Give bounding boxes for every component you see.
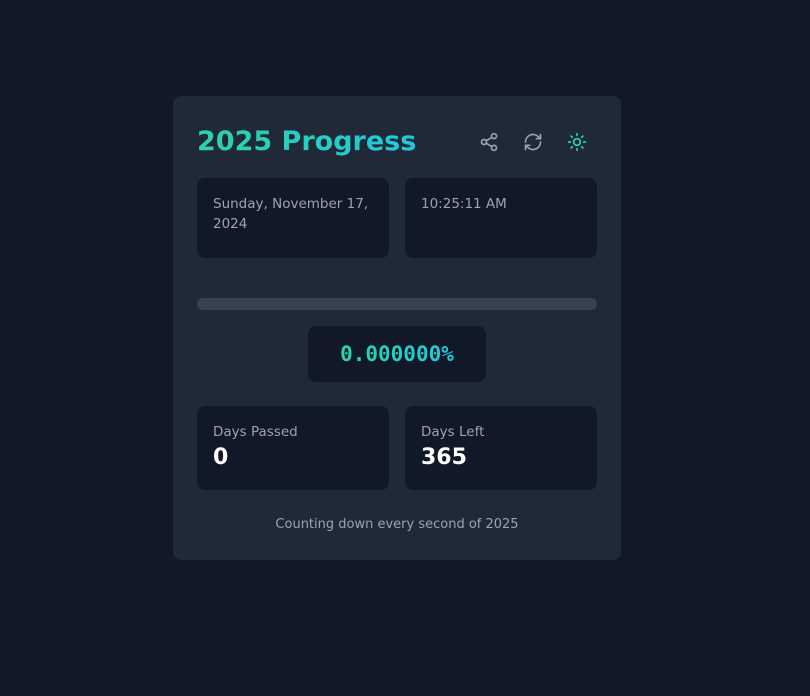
time-panel: 10:25:11 AM: [405, 178, 597, 258]
current-time: 10:25:11 AM: [421, 196, 507, 212]
days-passed-label: Days Passed: [213, 424, 298, 440]
share-button[interactable]: [473, 126, 505, 158]
current-date: Sunday, November 17, 2024: [213, 196, 369, 232]
days-left-value: 365: [421, 445, 467, 470]
percentage-panel: 0.000000%: [308, 326, 486, 382]
days-left-panel: Days Left 365: [405, 406, 597, 490]
days-passed-value: 0: [213, 445, 229, 470]
refresh-button[interactable]: [517, 126, 549, 158]
progress-bar: [197, 298, 597, 310]
page-title: 2025 Progress: [197, 122, 416, 162]
card-header: 2025 Progress: [197, 122, 597, 162]
days-left-label: Days Left: [421, 424, 485, 440]
date-time-row: Sunday, November 17, 2024 10:25:11 AM: [197, 178, 597, 258]
footer-text: Counting down every second of 2025: [275, 517, 519, 532]
days-passed-panel: Days Passed 0: [197, 406, 389, 490]
sun-icon: [567, 132, 587, 152]
percentage-wrap: 0.000000%: [197, 326, 597, 382]
progress-card: 2025 Progress Sunday, November 17, 2024 …: [173, 96, 621, 560]
percentage-value: 0.000000%: [340, 342, 454, 366]
date-panel: Sunday, November 17, 2024: [197, 178, 389, 258]
header-actions: [473, 126, 593, 158]
stats-row: Days Passed 0 Days Left 365: [197, 406, 597, 490]
refresh-icon: [523, 132, 543, 152]
theme-toggle-button[interactable]: [561, 126, 593, 158]
share-icon: [479, 132, 499, 152]
